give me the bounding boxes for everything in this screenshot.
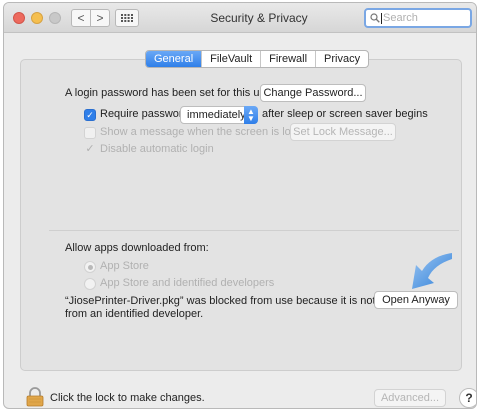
updown-chevron-icon: ▲ ▼	[244, 106, 258, 124]
show-message-label: Show a message when the screen is locked	[100, 126, 315, 138]
back-button[interactable]: <	[71, 9, 91, 27]
require-password-suffix: after sleep or screen saver begins	[262, 108, 428, 120]
tab-firewall[interactable]: Firewall	[261, 51, 317, 67]
login-password-text: A login password has been set for this u…	[65, 87, 275, 99]
close-window-button[interactable]	[13, 12, 25, 24]
search-icon	[370, 13, 380, 23]
section-divider	[49, 230, 459, 231]
grid-icon	[121, 14, 133, 22]
require-password-label: Require password	[100, 108, 189, 120]
search-placeholder: Search	[383, 12, 418, 24]
allow-apps-heading: Allow apps downloaded from:	[65, 242, 209, 254]
forward-button[interactable]: >	[90, 9, 110, 27]
show-message-checkbox[interactable]	[84, 127, 96, 139]
checkmark-icon: ✓	[86, 109, 94, 120]
curved-arrow-icon	[412, 253, 452, 289]
radio-identified-developers[interactable]	[84, 278, 96, 290]
show-all-button[interactable]	[115, 9, 139, 27]
lock-icon[interactable]	[26, 387, 44, 407]
radio-app-store[interactable]	[84, 261, 96, 273]
minimize-window-button[interactable]	[31, 12, 43, 24]
require-password-delay-value: immediately	[187, 109, 246, 121]
advanced-button[interactable]: Advanced...	[374, 389, 446, 407]
chevron-right-icon: >	[96, 11, 104, 25]
disable-auto-login-checkbox[interactable]: ✓	[84, 143, 96, 155]
change-password-button[interactable]: Change Password...	[260, 84, 366, 102]
window-title: Security & Privacy	[210, 11, 308, 25]
lock-status-text: Click the lock to make changes.	[50, 392, 205, 404]
tab-general[interactable]: General	[146, 51, 203, 67]
checkmark-icon: ✓	[85, 142, 95, 155]
blocked-message-line1: “JiosePrinter-Driver.pkg” was blocked fr…	[65, 295, 376, 307]
radio-app-store-label: App Store	[100, 260, 149, 272]
tab-privacy[interactable]: Privacy	[316, 51, 368, 67]
require-password-delay-select[interactable]: immediately ▲ ▼	[180, 106, 258, 124]
title-bar: < > Security & Privacy Search	[4, 3, 476, 33]
radio-identified-developers-label: App Store and identified developers	[100, 277, 275, 289]
search-input[interactable]: Search	[364, 8, 472, 28]
require-password-checkbox[interactable]: ✓	[84, 109, 96, 121]
help-button[interactable]: ?	[459, 388, 476, 408]
blocked-message-line2: from an identified developer.	[65, 308, 204, 320]
question-mark-icon: ?	[465, 391, 473, 405]
disable-auto-login-label: Disable automatic login	[100, 143, 214, 155]
tab-bar: General FileVault Firewall Privacy	[145, 50, 370, 68]
tab-filevault[interactable]: FileVault	[202, 51, 262, 67]
preferences-window: < > Security & Privacy Search General Fi…	[3, 2, 477, 409]
radio-selected-dot	[87, 264, 93, 270]
text-cursor	[381, 12, 382, 24]
chevron-left-icon: <	[77, 11, 85, 25]
zoom-window-button[interactable]	[49, 12, 61, 24]
set-lock-message-button[interactable]: Set Lock Message...	[290, 123, 396, 141]
